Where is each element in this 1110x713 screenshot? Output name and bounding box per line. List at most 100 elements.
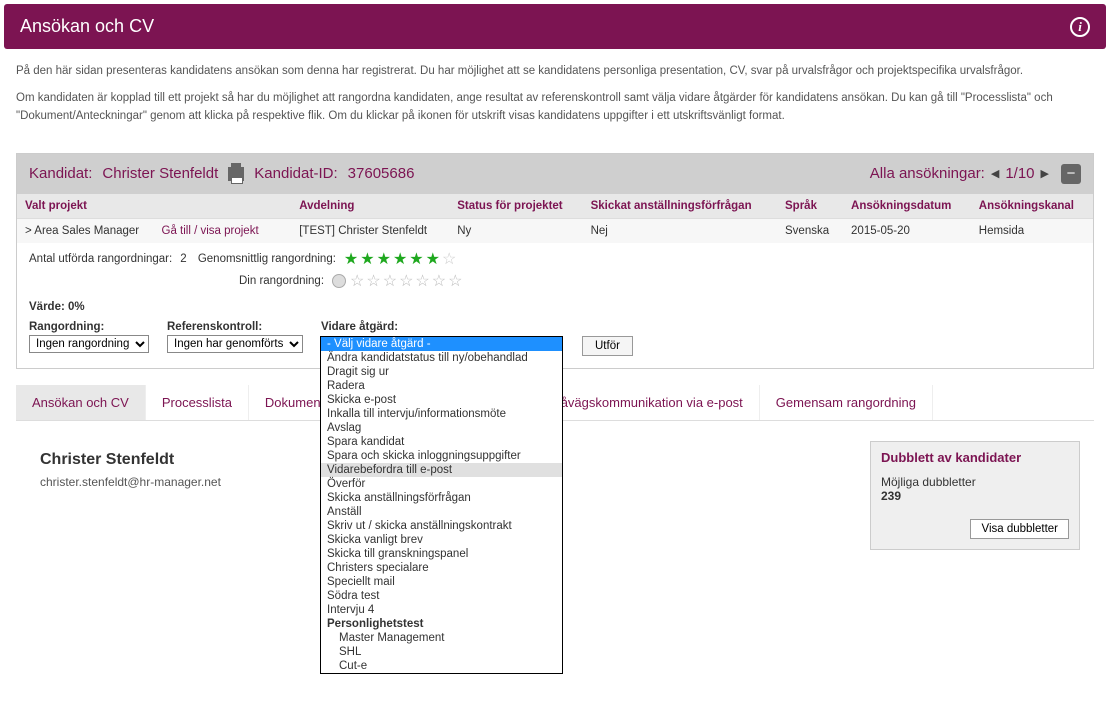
- star-icon: ★: [393, 249, 407, 269]
- dropdown-option[interactable]: SHL: [321, 645, 562, 659]
- dropdown-option[interactable]: Intervju 4: [321, 603, 562, 617]
- star-icon[interactable]: ☆: [383, 271, 397, 291]
- star-icon[interactable]: ☆: [415, 271, 429, 291]
- dropdown-option[interactable]: Inkalla till intervju/informationsmöte: [321, 407, 562, 421]
- tab-ans-kan-och-cv[interactable]: Ansökan och CV: [16, 385, 146, 420]
- star-icon: ★: [360, 249, 374, 269]
- star-icon[interactable]: ☆: [448, 271, 462, 291]
- intro-text: På den här sidan presenteras kandidatens…: [0, 53, 1110, 145]
- varde-value: 0%: [68, 301, 85, 313]
- dropdown-option[interactable]: Personlighetstest: [321, 617, 562, 631]
- star-icon[interactable]: ☆: [399, 271, 413, 291]
- th-valt-projekt: Valt projekt: [17, 194, 291, 219]
- th-kanal: Ansökningskanal: [971, 194, 1093, 219]
- avg-stars: ★ ★ ★ ★ ★ ★ ☆: [344, 249, 456, 269]
- rangordning-select[interactable]: Ingen rangordning: [29, 335, 149, 353]
- antal-value: 2: [180, 253, 186, 265]
- star-icon: ★: [426, 249, 440, 269]
- all-apps-label: Alla ansökningar:: [870, 165, 985, 182]
- dup-header: Dubblett av kandidater: [871, 442, 1079, 471]
- page-header: Ansökan och CV i: [4, 4, 1106, 49]
- genom-label: Genomsnittlig rangordning:: [198, 253, 336, 265]
- cell-kanal: Hemsida: [971, 218, 1093, 243]
- tab-processlista[interactable]: Processlista: [146, 385, 249, 420]
- star-icon[interactable]: ☆: [350, 271, 364, 291]
- controls-row: Rangordning: Ingen rangordning Referensk…: [17, 317, 1093, 368]
- th-datum: Ansökningsdatum: [843, 194, 971, 219]
- th-status: Status för projektet: [449, 194, 582, 219]
- dropdown-option[interactable]: Speciellt mail: [321, 575, 562, 589]
- dup-count: 239: [881, 489, 1069, 503]
- duplicate-box: Dubblett av kandidater Möjliga dubblette…: [870, 441, 1080, 550]
- utfor-button[interactable]: Utför: [582, 336, 633, 356]
- antal-label: Antal utförda rangordningar:: [29, 253, 172, 265]
- page-title: Ansökan och CV: [20, 16, 154, 37]
- dropdown-option[interactable]: Ändra kandidatstatus till ny/obehandlad: [321, 351, 562, 365]
- dropdown-option[interactable]: Överför: [321, 477, 562, 491]
- vidare-label: Vidare åtgärd:: [321, 321, 564, 333]
- info-icon[interactable]: i: [1070, 17, 1090, 37]
- dropdown-option[interactable]: Skicka till granskningspanel: [321, 547, 562, 561]
- print-icon[interactable]: [228, 167, 244, 181]
- dropdown-option[interactable]: Christers specialare: [321, 561, 562, 575]
- din-label: Din rangordning:: [239, 275, 324, 287]
- project-table: Valt projekt Avdelning Status för projek…: [17, 194, 1093, 243]
- dropdown-option[interactable]: Skicka e-post: [321, 393, 562, 407]
- dropdown-option[interactable]: - Välj vidare åtgärd -: [321, 337, 562, 351]
- intro-p1: På den här sidan presenteras kandidatens…: [16, 63, 1094, 80]
- dropdown-option[interactable]: Spara och skicka inloggningsuppgifter: [321, 449, 562, 463]
- dropdown-option[interactable]: Vidarebefordra till e-post: [321, 463, 562, 477]
- dup-label: Möjliga dubbletter: [881, 475, 1069, 489]
- kandidat-label: Kandidat:: [29, 165, 92, 182]
- cell-status: Ny: [449, 218, 582, 243]
- rating-section: Antal utförda rangordningar: 2 Genomsnit…: [17, 243, 1093, 299]
- tab-gemensam-rangordning[interactable]: Gemensam rangordning: [760, 385, 933, 420]
- star-icon: ★: [409, 249, 423, 269]
- candidate-header: Kandidat: Christer Stenfeldt Kandidat-ID…: [17, 154, 1093, 194]
- kandidat-id: 37605686: [348, 165, 415, 182]
- vidare-action-dropdown[interactable]: - Välj vidare åtgärd -Ändra kandidatstat…: [320, 336, 563, 674]
- th-avdelning: Avdelning: [291, 194, 449, 219]
- dropdown-option[interactable]: Radera: [321, 379, 562, 393]
- tab-tv-v-gskommunikation-via-e-post[interactable]: Tvåvägskommunikation via e-post: [530, 385, 760, 420]
- kandidat-name: Christer Stenfeldt: [102, 165, 218, 182]
- candidate-panel: Kandidat: Christer Stenfeldt Kandidat-ID…: [16, 153, 1094, 369]
- rangordning-label: Rangordning:: [29, 321, 149, 333]
- star-icon: ☆: [442, 249, 456, 269]
- referens-label: Referenskontroll:: [167, 321, 303, 333]
- cell-datum: 2015-05-20: [843, 218, 971, 243]
- cell-skickat: Nej: [583, 218, 777, 243]
- dropdown-option[interactable]: Spara kandidat: [321, 435, 562, 449]
- dropdown-option[interactable]: Master Management: [321, 631, 562, 645]
- star-icon: ★: [344, 249, 358, 269]
- dropdown-option[interactable]: Södra test: [321, 589, 562, 603]
- value-line: Värde: 0%: [17, 299, 1093, 317]
- referens-select[interactable]: Ingen har genomförts: [167, 335, 303, 353]
- dropdown-option[interactable]: Skriv ut / skicka anställningskontrakt: [321, 519, 562, 533]
- star-icon[interactable]: ☆: [366, 271, 380, 291]
- project-link[interactable]: Gå till / visa projekt: [162, 225, 259, 237]
- project-name: > Area Sales Manager: [25, 225, 139, 237]
- your-stars[interactable]: ☆ ☆ ☆ ☆ ☆ ☆ ☆: [350, 271, 462, 291]
- star-icon[interactable]: ☆: [432, 271, 446, 291]
- show-duplicates-button[interactable]: Visa dubbletter: [970, 519, 1069, 539]
- varde-label: Värde:: [29, 301, 65, 313]
- app-position: 1/10: [1005, 165, 1034, 182]
- dropdown-option[interactable]: Cut-e: [321, 659, 562, 673]
- dropdown-option[interactable]: Skicka anställningsförfrågan: [321, 491, 562, 505]
- star-icon: ★: [377, 249, 391, 269]
- dropdown-option[interactable]: Skicka vanligt brev: [321, 533, 562, 547]
- table-row: > Area Sales Manager Gå till / visa proj…: [17, 218, 1093, 243]
- cell-sprak: Svenska: [777, 218, 843, 243]
- kandidat-id-label: Kandidat-ID:: [254, 165, 337, 182]
- next-arrow-icon[interactable]: ▶: [1041, 167, 1049, 180]
- clear-rating-icon[interactable]: [332, 274, 346, 288]
- collapse-button[interactable]: −: [1061, 164, 1081, 184]
- intro-p2: Om kandidaten är kopplad till ett projek…: [16, 90, 1094, 125]
- dropdown-option[interactable]: Avslag: [321, 421, 562, 435]
- th-skickat: Skickat anställningsförfrågan: [583, 194, 777, 219]
- dropdown-option[interactable]: Dragit sig ur: [321, 365, 562, 379]
- cell-avdelning: [TEST] Christer Stenfeldt: [291, 218, 449, 243]
- prev-arrow-icon[interactable]: ◀: [991, 167, 999, 180]
- dropdown-option[interactable]: Anställ: [321, 505, 562, 519]
